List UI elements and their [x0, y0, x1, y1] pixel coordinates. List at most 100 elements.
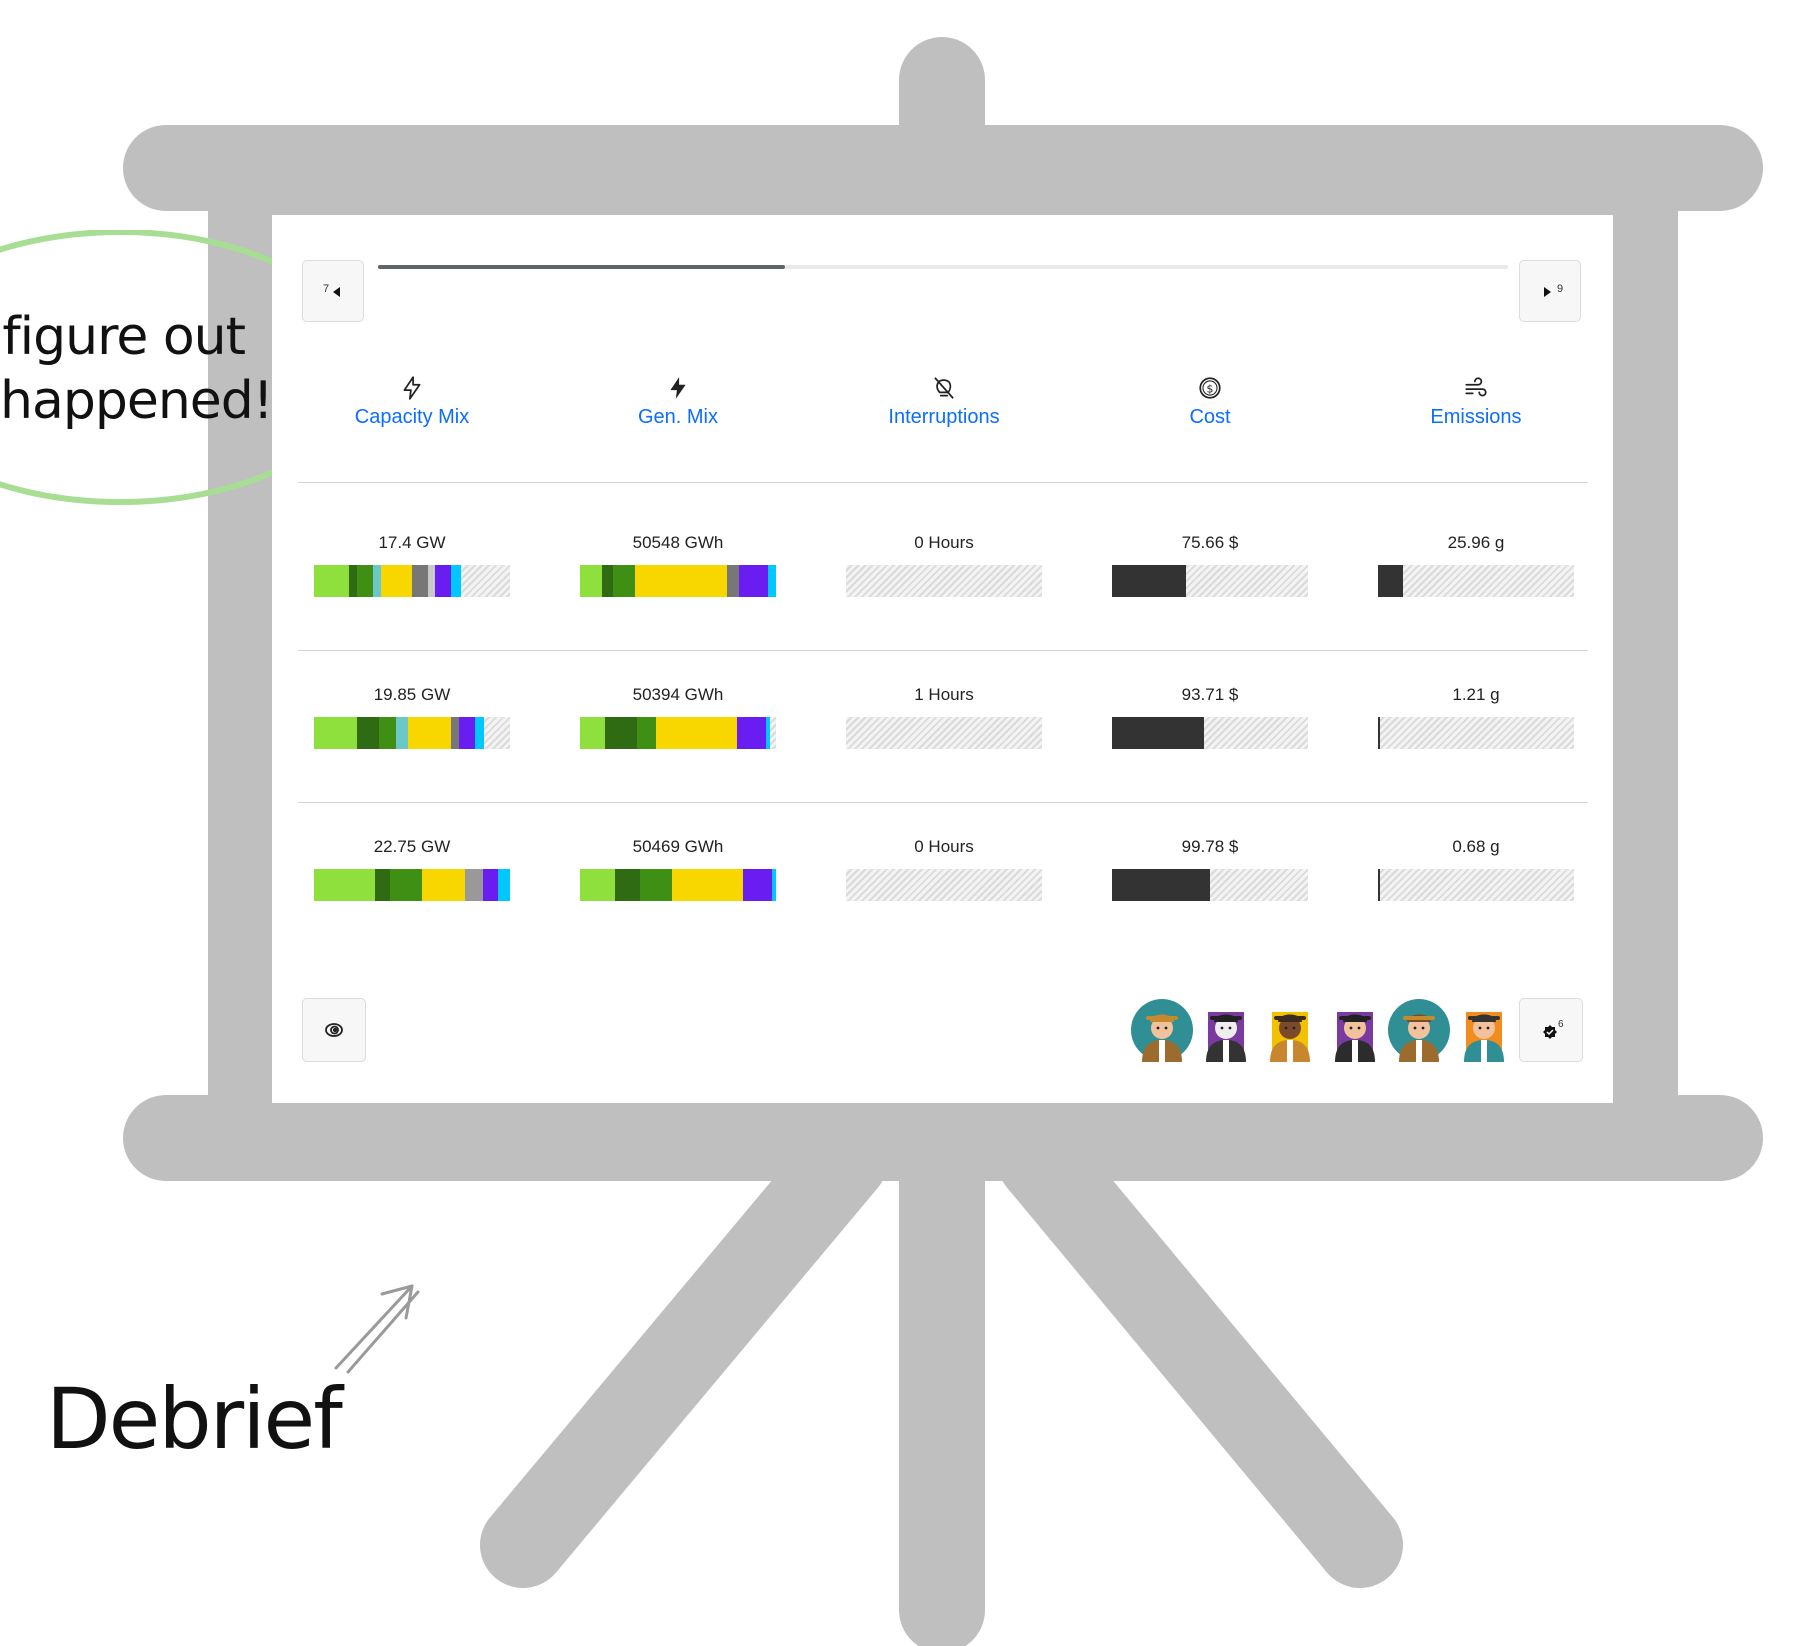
wind-icon — [1465, 377, 1487, 397]
mix-segment — [613, 565, 635, 597]
mix-segment — [738, 565, 769, 597]
capacity-mix-value: 19.85 GW — [373, 685, 451, 704]
round-progress-fill — [378, 265, 785, 269]
mix-segment — [474, 717, 485, 749]
gen-mix-bar — [580, 717, 776, 749]
row-divider — [298, 802, 1588, 803]
tab-cost-label: Cost — [1189, 406, 1231, 428]
top-hat-man-avatar[interactable] — [1323, 998, 1387, 1062]
previous-round-number: 7 — [323, 283, 330, 295]
tab-gen-mix-label: Gen. Mix — [637, 406, 719, 428]
detective-man-avatar[interactable] — [1387, 998, 1451, 1062]
mix-segment — [378, 717, 397, 749]
capacity-mix-value: 22.75 GW — [373, 837, 451, 856]
mix-segment — [580, 717, 606, 749]
tab-cost[interactable]: $ Cost — [1090, 375, 1330, 429]
emissions-value: 0.68 g — [1452, 837, 1500, 856]
mix-segment — [435, 565, 452, 597]
gen-mix-value: 50394 GWh — [632, 685, 724, 704]
mix-segment — [601, 565, 614, 597]
mix-segment — [314, 869, 375, 901]
tab-interruptions[interactable]: Interruptions — [824, 375, 1064, 429]
round-progress-bar — [378, 265, 1508, 269]
woman-bun-avatar[interactable] — [1452, 998, 1516, 1062]
curly-hair-person-avatar[interactable] — [1258, 998, 1322, 1062]
mix-segment — [427, 565, 436, 597]
tab-interruptions-label: Interruptions — [888, 406, 1000, 428]
reveal-button[interactable] — [302, 998, 366, 1062]
mix-segment — [614, 869, 640, 901]
mix-segment — [421, 869, 465, 901]
mix-segment — [726, 565, 739, 597]
tab-emissions[interactable]: Emissions — [1356, 375, 1596, 429]
mix-segment — [349, 565, 358, 597]
row-3-interruptions-cell: 0 Hours — [846, 836, 1042, 901]
callout-text: figure out happened! — [0, 305, 274, 433]
row-2-cost-cell: 93.71 $ — [1112, 684, 1308, 749]
emissions-fill — [1378, 565, 1404, 597]
capacity-mix-value: 17.4 GW — [378, 533, 446, 552]
debrief-slide: figure out happened! Debrief 7 9 Capacit… — [0, 0, 1812, 1646]
header-divider — [298, 482, 1588, 483]
interruptions-value: 0 Hours — [914, 533, 974, 552]
emissions-bar — [1378, 869, 1574, 901]
emissions-bar — [1378, 565, 1574, 597]
tab-gen-mix[interactable]: Gen. Mix — [558, 375, 798, 429]
mix-segment — [766, 717, 771, 749]
interruptions-value: 1 Hours — [914, 685, 974, 704]
mix-segment — [374, 869, 391, 901]
previous-round-button[interactable]: 7 — [302, 260, 364, 322]
debrief-screen: 7 9 Capacity Mix Gen. Mix Interruptions … — [272, 215, 1613, 1103]
svg-text:$: $ — [1207, 382, 1214, 395]
players-count: 6 — [1558, 1019, 1564, 1030]
mix-segment — [639, 869, 673, 901]
mix-segment — [636, 717, 657, 749]
mix-segment — [390, 869, 422, 901]
mix-segment — [498, 869, 510, 901]
mix-segment — [772, 869, 776, 901]
mix-segment — [672, 869, 744, 901]
interruptions-bar — [846, 717, 1042, 749]
players-count-button[interactable]: 6 — [1519, 998, 1583, 1062]
masked-hacker-avatar[interactable] — [1194, 998, 1258, 1062]
row-1-emissions-cell: 25.96 g — [1378, 532, 1574, 597]
emissions-value: 25.96 g — [1447, 533, 1505, 552]
interruptions-bar — [846, 869, 1042, 901]
mix-segment — [408, 717, 452, 749]
check-badge-icon — [1543, 1025, 1557, 1039]
mix-segment — [396, 717, 409, 749]
emissions-fill — [1378, 869, 1380, 901]
row-1-cost-cell: 75.66 $ — [1112, 532, 1308, 597]
mix-segment — [580, 869, 615, 901]
cost-bar — [1112, 565, 1308, 597]
row-divider — [298, 650, 1588, 651]
cost-value: 93.71 $ — [1181, 685, 1239, 704]
mix-segment — [314, 717, 358, 749]
emissions-value: 1.21 g — [1452, 685, 1500, 704]
tab-capacity-mix[interactable]: Capacity Mix — [292, 375, 532, 429]
interruptions-value: 0 Hours — [914, 837, 974, 856]
bulb-off-icon — [934, 377, 954, 399]
mix-segment — [743, 869, 773, 901]
mix-segment — [768, 565, 776, 597]
capacity-mix-bar — [314, 717, 510, 749]
detective-woman-avatar[interactable] — [1130, 998, 1194, 1062]
mix-segment — [656, 717, 737, 749]
emissions-bar — [1378, 717, 1574, 749]
caret-right-icon — [1544, 287, 1551, 297]
dollar-coin-icon: $ — [1199, 377, 1221, 399]
mix-segment — [736, 717, 767, 749]
row-3-capacity-mix-cell: 22.75 GW — [314, 836, 510, 901]
gen-mix-bar — [580, 565, 776, 597]
lightning-filled-icon — [670, 377, 686, 399]
mix-segment — [451, 717, 459, 749]
mix-segment — [634, 565, 727, 597]
cost-bar — [1112, 869, 1308, 901]
row-1-capacity-mix-cell: 17.4 GW — [314, 532, 510, 597]
caret-left-icon — [333, 287, 340, 297]
next-round-button[interactable]: 9 — [1519, 260, 1581, 322]
mix-segment — [458, 717, 475, 749]
cost-value: 75.66 $ — [1181, 533, 1239, 552]
lightning-outline-icon — [403, 376, 421, 400]
row-3-emissions-cell: 0.68 g — [1378, 836, 1574, 901]
